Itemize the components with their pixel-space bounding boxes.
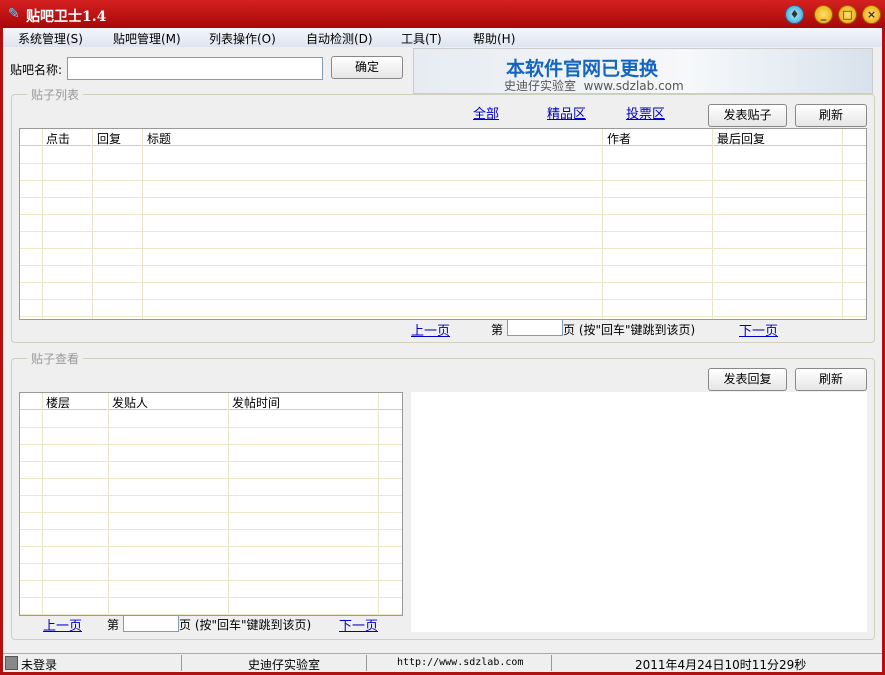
grid-row-line: [20, 597, 402, 598]
grid-row-line: [20, 299, 866, 300]
col-title[interactable]: 标题: [147, 130, 171, 147]
grid-column-line: [842, 129, 843, 319]
posts-prev-page[interactable]: 上一页: [411, 320, 450, 339]
confirm-button[interactable]: 确定: [331, 56, 403, 79]
status-datetime: 2011年4月24日10时11分29秒: [635, 658, 807, 672]
status-lab: 史迪仔实验室: [248, 658, 321, 672]
minimize-button[interactable]: _: [814, 5, 833, 24]
grid-column-line: [92, 129, 93, 319]
posts-next-page[interactable]: 下一页: [739, 320, 778, 339]
grid-row-line: [20, 214, 866, 215]
refresh-view-button[interactable]: 刷新: [795, 368, 867, 391]
col-post-time[interactable]: 发帖时间: [232, 394, 280, 411]
menu-system[interactable]: 系统管理(S): [18, 30, 83, 47]
tieba-name-label: 贴吧名称:: [10, 63, 63, 77]
grid-row-line: [20, 580, 402, 581]
menu-auto[interactable]: 自动检测(D): [306, 30, 373, 47]
view-page-input[interactable]: [123, 615, 179, 632]
refresh-posts-button[interactable]: 刷新: [795, 104, 867, 127]
app-window: ✎ 贴吧卫士1.4 ♦ _ □ × 系统管理(S) 贴吧管理(M) 列表操作(O…: [0, 0, 885, 675]
status-url[interactable]: http://www.sdzlab.com: [397, 657, 523, 668]
view-prev-page[interactable]: 上一页: [43, 615, 82, 634]
col-floor[interactable]: 楼层: [46, 394, 70, 411]
banner-ad[interactable]: 本软件官网已更换 史迪仔实验室 www.sdzlab.com: [413, 48, 873, 94]
menu-help[interactable]: 帮助(H): [473, 30, 515, 47]
posts-page-suffix: 页 (按"回车"键跳到该页): [563, 323, 696, 337]
grid-column-line: [602, 129, 603, 319]
filter-featured[interactable]: 精品区: [547, 103, 586, 122]
grid-row-line: [20, 529, 402, 530]
tieba-name-input[interactable]: [67, 57, 323, 80]
post-content-panel[interactable]: [411, 392, 867, 632]
posts-table-header: 点击 回复 标题 作者 最后回复: [20, 129, 866, 146]
grid-row-line: [20, 512, 402, 513]
skin-icon[interactable]: ♦: [785, 5, 804, 24]
menu-bar: 系统管理(S) 贴吧管理(M) 列表操作(O) 自动检测(D) 工具(T) 帮助…: [3, 28, 882, 47]
grid-row-line: [20, 197, 866, 198]
status-bar: 未登录 史迪仔实验室 http://www.sdzlab.com 2011年4月…: [3, 653, 882, 672]
col-replies[interactable]: 回复: [97, 130, 121, 147]
grid-row-line: [20, 444, 402, 445]
menu-tools[interactable]: 工具(T): [401, 30, 442, 47]
grid-row-line: [20, 231, 866, 232]
close-button[interactable]: ×: [862, 5, 881, 24]
grid-row-line: [20, 163, 866, 164]
grid-row-line: [20, 546, 402, 547]
maximize-button[interactable]: □: [838, 5, 857, 24]
grid-row-line: [20, 478, 402, 479]
grid-row-line: [20, 265, 866, 266]
view-page-suffix: 页 (按"回车"键跳到该页): [179, 618, 312, 632]
col-poster[interactable]: 发贴人: [112, 394, 148, 411]
grid-row-line: [20, 495, 402, 496]
col-last-reply[interactable]: 最后回复: [717, 130, 765, 147]
posts-table[interactable]: 点击 回复 标题 作者 最后回复: [19, 128, 867, 320]
divider: [551, 655, 552, 671]
view-legend: 贴子查看: [27, 350, 84, 367]
grid-column-line: [42, 129, 43, 319]
grid-row-line: [20, 282, 866, 283]
grid-row-line: [20, 180, 866, 181]
client-area: 系统管理(S) 贴吧管理(M) 列表操作(O) 自动检测(D) 工具(T) 帮助…: [3, 28, 882, 672]
filter-vote[interactable]: 投票区: [626, 103, 665, 122]
login-status: 未登录: [21, 658, 58, 672]
floors-table-header: 楼层 发贴人 发帖时间: [20, 393, 402, 410]
posts-page-input[interactable]: [507, 319, 563, 336]
grid-row-line: [20, 248, 866, 249]
filter-all[interactable]: 全部: [473, 103, 499, 122]
col-clicks[interactable]: 点击: [46, 130, 70, 147]
divider: [366, 655, 367, 671]
reply-button[interactable]: 发表回复: [708, 368, 787, 391]
menu-tieba[interactable]: 贴吧管理(M): [113, 30, 181, 47]
view-page-prefix: 第: [107, 618, 120, 632]
user-icon: [5, 656, 18, 670]
title-bar: ✎ 贴吧卫士1.4 ♦ _ □ ×: [0, 0, 885, 28]
col-author[interactable]: 作者: [607, 130, 631, 147]
banner-subtitle: 史迪仔实验室 www.sdzlab.com: [504, 79, 684, 93]
view-next-page[interactable]: 下一页: [339, 615, 378, 634]
grid-column-line: [142, 129, 143, 319]
grid-row-line: [20, 563, 402, 564]
posts-page-prefix: 第: [491, 323, 504, 337]
grid-row-line: [20, 316, 866, 317]
floors-table[interactable]: 楼层 发贴人 发帖时间: [19, 392, 403, 616]
grid-column-line: [712, 129, 713, 319]
app-icon: ✎: [8, 6, 20, 22]
menu-list[interactable]: 列表操作(O): [209, 30, 276, 47]
window-title: 贴吧卫士1.4: [26, 9, 107, 25]
divider: [181, 655, 182, 671]
posts-legend: 贴子列表: [27, 86, 84, 103]
grid-row-line: [20, 427, 402, 428]
grid-row-line: [20, 461, 402, 462]
new-post-button[interactable]: 发表贴子: [708, 104, 787, 127]
